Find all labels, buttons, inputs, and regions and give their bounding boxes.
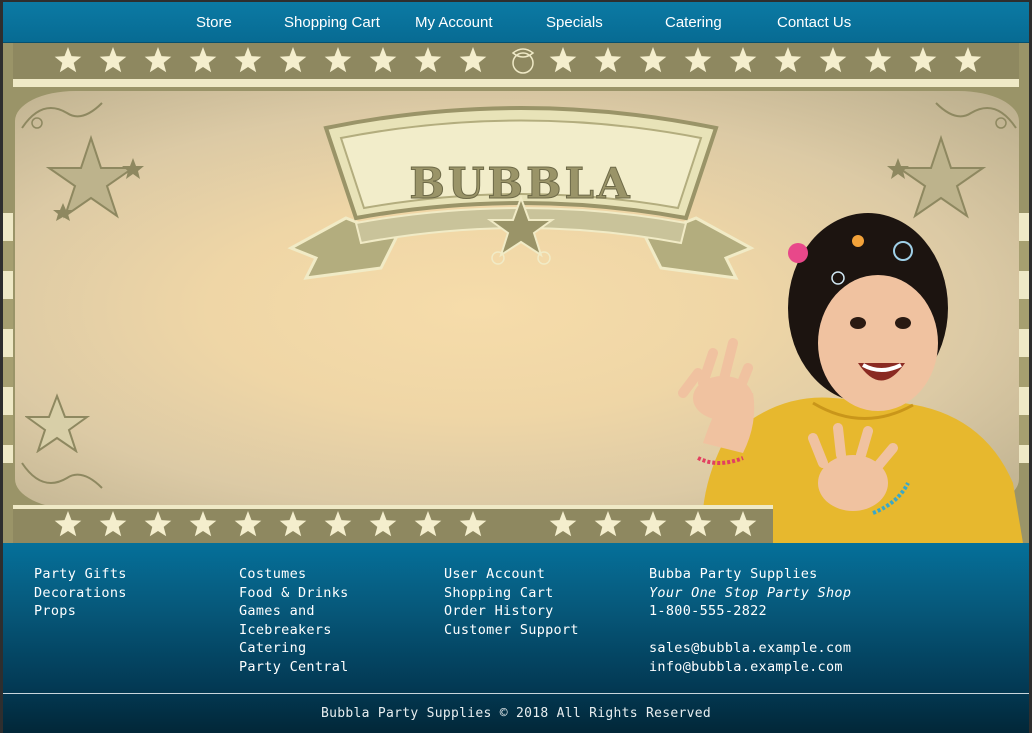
- footer-link-catering[interactable]: Catering: [239, 639, 349, 658]
- strip-star-icon: [729, 47, 757, 73]
- footer-link-icebreakers[interactable]: Icebreakers: [239, 621, 349, 640]
- site-footer: Party Gifts Decorations Props Costumes F…: [3, 543, 1029, 733]
- strip-star-icon: [459, 47, 487, 73]
- strip-star-icon: [414, 47, 442, 73]
- company-phone: 1-800-555-2822: [649, 603, 767, 619]
- strip-star-icon: [819, 47, 847, 73]
- footer-column-products: Party Gifts Decorations Props: [34, 565, 127, 621]
- decorative-star-icon: [25, 393, 91, 453]
- footer-divider: [3, 693, 1029, 694]
- top-navigation: Store Shopping Cart My Account Specials …: [3, 2, 1029, 43]
- nav-shopping-cart[interactable]: Shopping Cart: [284, 14, 380, 31]
- hero-banner: BUBBLA: [3, 43, 1029, 543]
- strip-star-icon: [189, 47, 217, 73]
- strip-star-icon: [549, 47, 577, 73]
- footer-column-categories: Costumes Food & Drinks Games and Icebrea…: [239, 565, 349, 676]
- top-star-strip: [13, 43, 1019, 87]
- strip-star-icon: [54, 47, 82, 73]
- strip-star-icon: [144, 511, 172, 537]
- company-name: Bubba Party Supplies: [649, 566, 818, 582]
- footer-link-costumes[interactable]: Costumes: [239, 565, 349, 584]
- strip-star-icon: [684, 47, 712, 73]
- footer-link-party-central[interactable]: Party Central: [239, 658, 349, 677]
- star-row-bottom: [54, 511, 757, 537]
- footer-contact-info: Bubba Party Supplies Your One Stop Party…: [649, 565, 851, 676]
- strip-star-icon: [99, 47, 127, 73]
- strip-star-icon: [369, 47, 397, 73]
- strip-star-icon: [639, 511, 667, 537]
- footer-link-party-gifts[interactable]: Party Gifts: [34, 565, 127, 584]
- footer-column-account: User Account Shopping Cart Order History…: [444, 565, 579, 639]
- decorative-stars-icon: [45, 134, 144, 221]
- sales-email-link[interactable]: sales@bubbla.example.com: [649, 639, 851, 658]
- strip-star-icon: [144, 47, 172, 73]
- left-stripes: [3, 213, 13, 463]
- footer-link-decorations[interactable]: Decorations: [34, 584, 127, 603]
- star-row-top: [54, 47, 982, 74]
- strip-star-icon: [414, 511, 442, 537]
- strip-star-icon: [774, 47, 802, 73]
- strip-star-icon: [99, 511, 127, 537]
- strip-star-icon: [459, 511, 487, 537]
- footer-link-props[interactable]: Props: [34, 602, 127, 621]
- strip-star-icon: [54, 511, 82, 537]
- footer-link-food-drinks[interactable]: Food & Drinks: [239, 584, 349, 603]
- strip-star-icon: [594, 511, 622, 537]
- page-frame: Store Shopping Cart My Account Specials …: [3, 2, 1029, 733]
- strip-star-icon: [954, 47, 982, 73]
- footer-link-games-and[interactable]: Games and: [239, 602, 349, 621]
- strip-star-icon: [234, 47, 262, 73]
- company-tagline: Your One Stop Party Shop: [649, 584, 852, 601]
- nav-contact-us[interactable]: Contact Us: [777, 14, 851, 31]
- nav-my-account[interactable]: My Account: [415, 14, 493, 31]
- strip-star-icon: [639, 47, 667, 73]
- laughing-girl-photo: [678, 213, 1023, 543]
- info-email-link[interactable]: info@bubbla.example.com: [649, 658, 851, 677]
- strip-star-icon: [189, 511, 217, 537]
- footer-link-user-account[interactable]: User Account: [444, 565, 579, 584]
- copyright-notice: Bubbla Party Supplies © 2018 All Rights …: [320, 706, 712, 721]
- strip-star-icon: [234, 511, 262, 537]
- strip-star-icon: [279, 47, 307, 73]
- bottom-star-strip: [13, 505, 773, 543]
- corner-flourish-icon: [21, 462, 103, 489]
- strip-star-icon: [324, 511, 352, 537]
- strip-star-icon: [729, 511, 757, 537]
- nav-specials[interactable]: Specials: [546, 14, 603, 31]
- strip-star-icon: [909, 47, 937, 73]
- strip-star-icon: [369, 511, 397, 537]
- strip-star-icon: [594, 47, 622, 73]
- nav-store[interactable]: Store: [196, 14, 232, 31]
- footer-link-shopping-cart[interactable]: Shopping Cart: [444, 584, 579, 603]
- strip-star-icon: [279, 511, 307, 537]
- strip-star-icon: [324, 47, 352, 73]
- strip-star-icon: [549, 511, 577, 537]
- strip-star-icon: [864, 47, 892, 73]
- strip-star-icon: [684, 511, 712, 537]
- footer-link-order-history[interactable]: Order History: [444, 602, 579, 621]
- nav-catering[interactable]: Catering: [665, 14, 722, 31]
- footer-link-customer-support[interactable]: Customer Support: [444, 621, 579, 640]
